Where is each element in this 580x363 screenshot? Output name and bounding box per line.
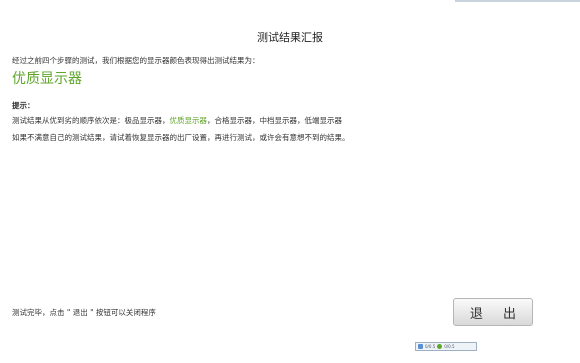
tray-value-1: 0/0.5 [425,344,436,349]
upload-icon [418,344,423,349]
result-text: 优质显示器 [12,71,82,87]
tips-advice-line: 如果不满意自己的测试结果，请试着恢复显示器的出厂设置，再进行测试，或许会有意想不… [12,133,350,142]
tips-ranking-prefix: 测试结果从优到劣的顺序依次是：极品显示器， [12,116,170,125]
taskbar-tray: 0/0.5 0/0.5 [415,342,477,351]
download-icon [437,344,443,349]
exit-button[interactable]: 退 出 [453,298,533,326]
tips-heading: 提示： [12,101,35,110]
tips-ranking-highlight: 优质显示器 [169,116,208,125]
tips-ranking-suffix: ，合格显示器，中档显示器，低端显示器 [207,116,342,125]
page-title: 测试结果汇报 [257,31,323,44]
intro-text: 经过之前四个步骤的测试，我们根据您的显示器颜色表现得出测试结果为： [12,56,260,65]
tray-value-2: 0/0.5 [444,344,455,349]
top-window-edge [455,0,580,2]
tips-ranking-line: 测试结果从优到劣的顺序依次是：极品显示器，优质显示器，合格显示器，中档显示器，低… [12,115,342,126]
footer-note: 测试完毕，点击 " 退出 " 按钮可以关闭程序 [12,308,156,317]
